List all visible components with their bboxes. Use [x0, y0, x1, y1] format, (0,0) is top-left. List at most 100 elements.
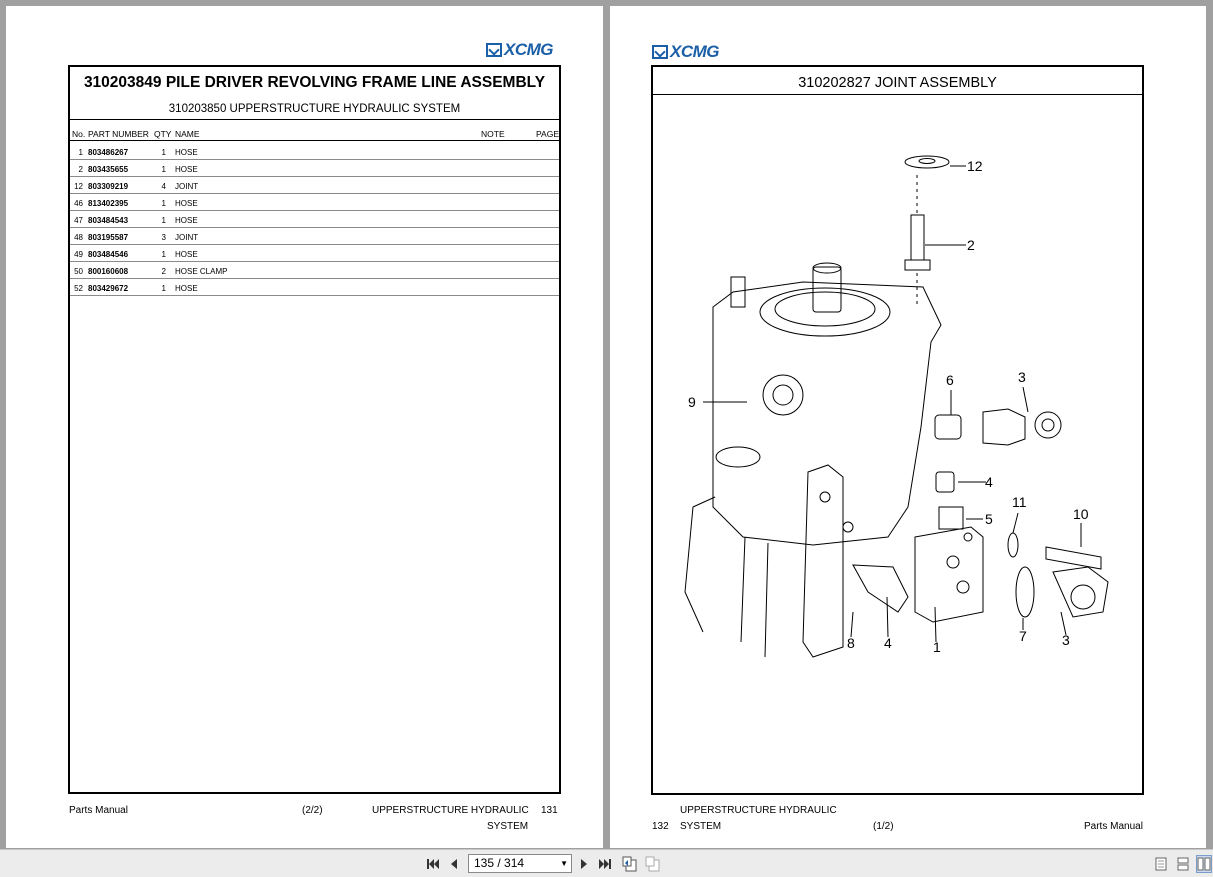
callout-label: 2: [967, 237, 975, 253]
banjo-hole: [1041, 418, 1055, 432]
last-page-icon[interactable]: [597, 855, 613, 873]
navigation-toolbar: 135 / 314 ▼: [0, 849, 1213, 877]
first-page-icon[interactable]: [425, 855, 441, 873]
callout-label: 1: [933, 639, 941, 655]
footer-section-line2: SYSTEM: [487, 821, 529, 832]
footer-page-number: 131: [541, 805, 558, 816]
banjo-fitting-lower: [1052, 566, 1109, 618]
xcmg-logo-mark: [652, 45, 668, 59]
row-qty: 1: [161, 216, 166, 225]
table-row: 2 803435655 1 HOSE: [70, 160, 559, 177]
shaft-spline: [812, 266, 842, 313]
footer-section-line1: UPPERSTRUCTURE HYDRAULIC: [680, 805, 837, 816]
footer-part: (1/2): [873, 821, 894, 832]
row-no: 2: [78, 165, 83, 174]
valve-screw: [842, 521, 854, 533]
row-name: HOSE: [175, 165, 198, 174]
system-subtitle: 310203850 UPPERSTRUCTURE HYDRAULIC SYSTE…: [168, 103, 461, 115]
parts-table-body: 1 803486267 1 HOSE 2 803435655 1 HOSE 12 803309…: [70, 143, 559, 296]
row-name: JOINT: [175, 233, 199, 242]
parts-list-frame: 310203849 PILE DRIVER REVOLVING FRAME LI…: [68, 65, 561, 794]
table-row: 52 803429672 1 HOSE: [70, 279, 559, 296]
row-part-number: 803484543: [88, 216, 129, 225]
page-number-field[interactable]: 135 / 314 ▼: [468, 854, 572, 873]
row-name: JOINT: [175, 182, 199, 191]
header-note: NOTE: [481, 129, 505, 139]
elbow-fitting: [935, 471, 955, 493]
row-qty: 1: [161, 148, 166, 157]
leader-line: [886, 596, 889, 638]
table-row: 50 800160608 2 HOSE CLAMP: [70, 262, 559, 279]
next-page-icon[interactable]: [578, 855, 590, 873]
leader-line: [850, 611, 854, 638]
leader-line: [934, 606, 937, 643]
row-qty: 1: [161, 250, 166, 259]
callout-label: 11: [1012, 494, 1027, 510]
header-qty: QTY: [154, 129, 172, 139]
lifting-eye: [715, 446, 761, 468]
washer-part: [904, 155, 950, 169]
header-no: No.: [72, 129, 86, 139]
callout-label: 6: [946, 372, 954, 388]
table-row: 46 813402395 1 HOSE: [70, 194, 559, 211]
xcmg-logo-text: XCMG: [504, 40, 554, 59]
row-part-number: 813402395: [88, 199, 129, 208]
block-port: [956, 580, 970, 594]
housing-edge: [684, 496, 716, 633]
drawing-frame: 310202827 JOINT ASSEMBLY 12 2 6 3 9 4 11…: [651, 65, 1144, 795]
table-row: 49 803484546 1 HOSE: [70, 245, 559, 262]
callout-label: 3: [1018, 369, 1026, 385]
callout-label: 4: [985, 474, 993, 490]
port-hole: [772, 384, 794, 406]
exploded-view-drawing: 12 2 6 3 9 4 11 10 5 7 3 8 4 1: [684, 155, 1109, 658]
page-131: XCMG 310203849 PILE DRIVER REVOLVING FRA…: [6, 6, 603, 848]
row-no: 47: [74, 216, 83, 225]
footer-page-number: 132: [652, 821, 669, 832]
assembly-title: 310203849 PILE DRIVER REVOLVING FRAME LI…: [83, 74, 546, 91]
fitting-6: [934, 414, 962, 440]
dropdown-arrow-icon[interactable]: ▼: [560, 855, 568, 872]
callout-label: 5: [985, 511, 993, 527]
elbow-fitting-lower: [852, 564, 909, 613]
table-row: 47 803484543 1 HOSE: [70, 211, 559, 228]
row-part-number: 803429672: [88, 284, 129, 293]
row-name: HOSE: [175, 148, 198, 157]
row-qty: 2: [161, 267, 166, 276]
leader-line: [1022, 386, 1029, 413]
row-name: HOSE: [175, 199, 198, 208]
continuous-icon[interactable]: [1176, 855, 1190, 873]
valve-block: [914, 526, 984, 623]
row-no: 46: [74, 199, 83, 208]
row-part-number: 803195587: [88, 233, 129, 242]
document-viewer: XCMG 310203849 PILE DRIVER REVOLVING FRA…: [0, 0, 1213, 849]
callout-label: 4: [884, 635, 892, 651]
next-view-icon[interactable]: [645, 855, 661, 873]
header-part-number: PART NUMBER: [88, 129, 149, 139]
row-no: 12: [74, 182, 83, 191]
xcmg-logo: XCMG: [652, 42, 720, 62]
row-part-number: 803435655: [88, 165, 129, 174]
pump-housing: [712, 281, 942, 546]
previous-view-icon[interactable]: [622, 855, 638, 873]
valve-screw: [819, 491, 831, 503]
two-page-icon[interactable]: [1196, 855, 1212, 873]
callout-labels: 12 2 6 3 9 4 11 10 5 7 3 8 4 1: [688, 158, 1089, 655]
o-ring-7: [1015, 566, 1035, 618]
row-no: 1: [78, 148, 83, 157]
page-132: XCMG 310202827 JOINT ASSEMBLY 12 2 6 3 9…: [610, 6, 1206, 848]
table-header: No. PART NUMBER QTY NAME NOTE PAGE: [70, 126, 559, 141]
row-part-number: 803309219: [88, 182, 129, 191]
single-page-icon[interactable]: [1154, 855, 1168, 873]
fitting-5: [938, 506, 964, 530]
prev-page-icon[interactable]: [448, 855, 460, 873]
xcmg-logo-mark: [486, 43, 502, 57]
footer-manual: Parts Manual: [1084, 821, 1143, 832]
row-part-number: 803484546: [88, 250, 129, 259]
row-name: HOSE: [175, 250, 198, 259]
page-number-value: 135 / 314: [474, 856, 525, 870]
block-port: [963, 532, 973, 542]
callout-label: 12: [967, 158, 983, 174]
row-part-number: 800160608: [88, 267, 129, 276]
footer-section-line1: UPPERSTRUCTURE HYDRAULIC: [372, 805, 529, 816]
bolt-head: [904, 259, 931, 271]
